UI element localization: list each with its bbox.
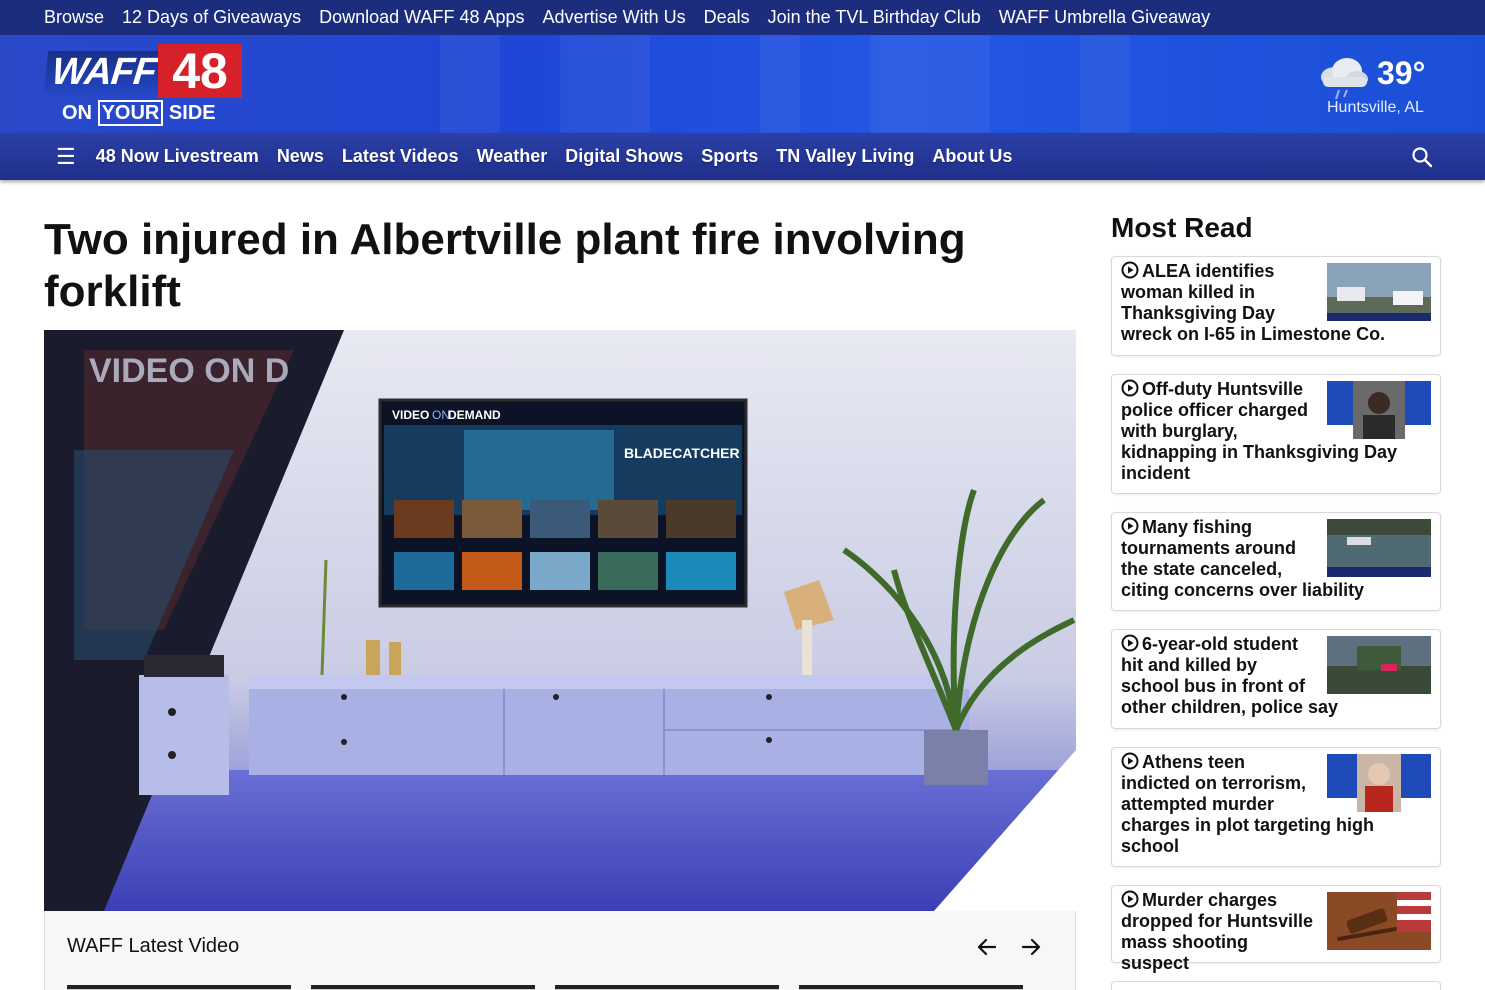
nav-item-tn-valley-living[interactable]: TN Valley Living [776, 146, 914, 167]
most-read-heading: Most Read [1111, 212, 1253, 243]
story-headline: Murder charges dropped for Huntsville ma… [1121, 890, 1314, 973]
most-read-item[interactable]: Athens teen indicted on terrorism, attem… [1111, 747, 1441, 867]
topbar-link-deals[interactable]: Deals [704, 7, 750, 28]
station-logo[interactable]: WAFF 48 ON YOUR SIDE [43, 44, 244, 126]
most-read-item[interactable]: Murder charges dropped for Huntsville ma… [1111, 885, 1441, 973]
weather-location: Huntsville, AL [1327, 99, 1424, 116]
play-circle-icon [1121, 634, 1139, 652]
play-circle-icon [1121, 517, 1139, 535]
video-frame: VIDEO ON D VIDEO ON DEMAND BLADECATCHER [44, 330, 1076, 911]
topbar-link-giveaways[interactable]: 12 Days of Giveaways [122, 7, 301, 28]
play-circle-icon [1121, 752, 1139, 770]
utility-bar: Browse 12 Days of Giveaways Download WAF… [0, 0, 1485, 35]
nav-item-latest-videos[interactable]: Latest Videos [342, 146, 459, 167]
logo-channel-number: 48 [158, 44, 242, 98]
most-read-item[interactable]: 6-year-old student hit and killed by sch… [1111, 629, 1441, 729]
video-thumbnail[interactable] [555, 985, 779, 990]
topbar-link-browse[interactable]: Browse [44, 7, 104, 28]
main-nav: ☰ 48 Now Livestream News Latest Videos W… [0, 133, 1485, 180]
tv-label-demand: DEMAND [448, 408, 501, 422]
nav-item-sports[interactable]: Sports [701, 146, 758, 167]
video-watermark: VIDEO ON D [89, 352, 289, 390]
nav-item-livestream[interactable]: 48 Now Livestream [96, 146, 259, 167]
video-thumbnail[interactable] [67, 985, 291, 990]
latest-video-title: WAFF Latest Video [67, 935, 240, 957]
hamburger-icon[interactable]: ☰ [56, 144, 76, 170]
most-read-item[interactable] [1111, 981, 1441, 990]
video-thumbnail[interactable] [799, 985, 1023, 990]
tv-show-title: BLADECATCHER [624, 445, 740, 461]
most-read-item[interactable]: Off-duty Huntsville police officer charg… [1111, 374, 1441, 494]
article-headline: Two injured in Albertville plant fire in… [44, 215, 966, 316]
logo-tagline: ON YOUR SIDE [62, 100, 216, 126]
video-thumbnail[interactable] [311, 985, 535, 990]
weather-temperature: 39° [1377, 55, 1426, 91]
weather-widget[interactable]: 39° Huntsville, AL [1315, 53, 1435, 123]
site-header: WAFF 48 ON YOUR SIDE 39° Huntsville, AL [0, 35, 1485, 133]
search-icon[interactable] [1411, 146, 1433, 168]
nav-item-news[interactable]: News [277, 146, 324, 167]
latest-video-carousel: WAFF Latest Video [44, 911, 1076, 990]
topbar-link-apps[interactable]: Download WAFF 48 Apps [319, 7, 524, 28]
nav-item-weather[interactable]: Weather [477, 146, 548, 167]
most-read-item[interactable]: Many fishing tournaments around the stat… [1111, 512, 1441, 611]
latest-video-thumbnails [67, 985, 1023, 990]
play-circle-icon [1121, 379, 1139, 397]
nav-item-about-us[interactable]: About Us [932, 146, 1012, 167]
nav-item-digital-shows[interactable]: Digital Shows [565, 146, 683, 167]
play-circle-icon [1121, 261, 1139, 279]
arrow-right-icon[interactable] [1019, 935, 1043, 959]
play-circle-icon [1121, 890, 1139, 908]
tv-label-video: VIDEO [392, 408, 429, 422]
topbar-link-birthday-club[interactable]: Join the TVL Birthday Club [768, 7, 981, 28]
rain-cloud-icon [1321, 58, 1368, 100]
topbar-link-umbrella-giveaway[interactable]: WAFF Umbrella Giveaway [999, 7, 1210, 28]
story-headline: 6-year-old student hit and killed by sch… [1121, 634, 1339, 717]
topbar-link-advertise[interactable]: Advertise With Us [543, 7, 686, 28]
arrow-left-icon[interactable] [975, 935, 999, 959]
most-read-item[interactable]: ALEA identifies woman killed in Thanksgi… [1111, 256, 1441, 356]
logo-call-letters: WAFF [43, 51, 164, 94]
video-player[interactable]: VIDEO ON D VIDEO ON DEMAND BLADECATCHER [44, 330, 1076, 911]
